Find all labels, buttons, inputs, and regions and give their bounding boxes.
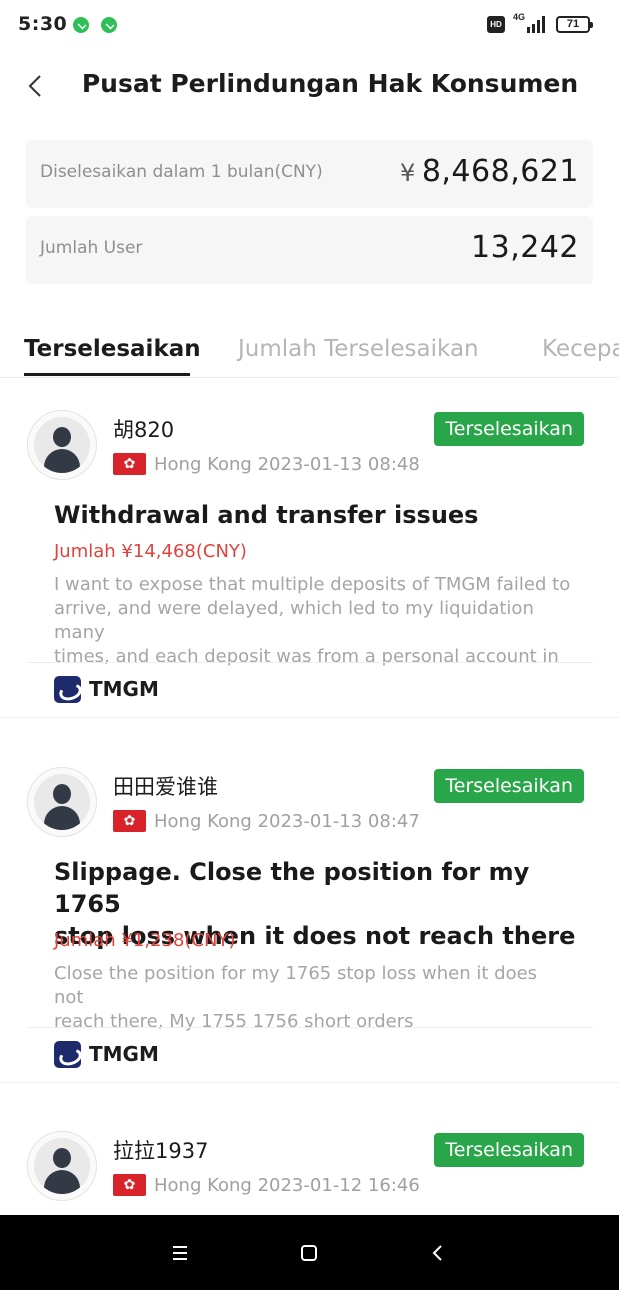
broker-name[interactable]: TMGM bbox=[89, 1042, 159, 1066]
battery-icon: 71 bbox=[556, 16, 593, 33]
network-type: 4G bbox=[513, 12, 526, 22]
location-time: Hong Kong 2023-01-12 16:46 bbox=[154, 1175, 420, 1196]
stat-value: ¥8,468,621 bbox=[400, 154, 579, 189]
avatar[interactable] bbox=[27, 767, 97, 837]
complaint-card[interactable]: 拉拉1937 Hong Kong 2023-01-12 16:46 Tersel… bbox=[0, 1131, 619, 1215]
stat-resolved-amount: Diselesaikan dalam 1 bulan(CNY) ¥8,468,6… bbox=[26, 140, 593, 208]
description-line: I want to expose that multiple deposits … bbox=[54, 574, 571, 595]
tab-speed[interactable]: Kecepatan bbox=[542, 336, 619, 362]
hong-kong-flag-icon bbox=[113, 453, 146, 475]
hong-kong-flag-icon bbox=[113, 810, 146, 832]
system-back-button[interactable] bbox=[424, 1239, 452, 1267]
card-separator bbox=[0, 717, 619, 718]
signal-icon bbox=[527, 14, 549, 33]
currency-symbol: ¥ bbox=[400, 159, 416, 187]
user-name: 拉拉1937 bbox=[113, 1139, 209, 1163]
stat-user-count: Jumlah User 13,242 bbox=[26, 216, 593, 284]
avatar[interactable] bbox=[27, 1131, 97, 1201]
download-icon bbox=[73, 17, 89, 33]
avatar[interactable] bbox=[27, 410, 97, 480]
complaint-card[interactable]: 田田爱谁谁 Hong Kong 2023-01-13 08:47 Tersele… bbox=[0, 767, 619, 1087]
tab-resolved-count[interactable]: Jumlah Terselesaikan bbox=[238, 336, 479, 362]
complaint-description: Close the position for my 1765 stop loss… bbox=[54, 962, 572, 1034]
menu-icon bbox=[173, 1246, 187, 1260]
home-button[interactable] bbox=[295, 1239, 323, 1267]
tab-resolved[interactable]: Terselesaikan bbox=[24, 336, 201, 362]
tmgm-logo-icon bbox=[54, 676, 81, 703]
location-time: Hong Kong 2023-01-13 08:47 bbox=[154, 811, 420, 832]
complaint-card[interactable]: 胡820 Hong Kong 2023-01-13 08:48 Terseles… bbox=[0, 410, 619, 720]
title-line: Slippage. Close the position for my 1765 bbox=[54, 858, 530, 918]
status-badge: Terselesaikan bbox=[434, 1133, 584, 1167]
user-icon bbox=[34, 1138, 90, 1194]
status-bar: 5:30 HD 4G 71 bbox=[0, 0, 619, 52]
header: Pusat Perlindungan Hak Konsumen bbox=[0, 52, 619, 118]
user-icon bbox=[34, 774, 90, 830]
description-line: Close the position for my 1765 stop loss… bbox=[54, 963, 538, 1008]
status-badge: Terselesaikan bbox=[434, 769, 584, 803]
tab-bar: Terselesaikan Jumlah Terselesaikan Kecep… bbox=[0, 322, 619, 378]
status-time: 5:30 bbox=[18, 13, 68, 35]
menu-button[interactable] bbox=[166, 1239, 194, 1267]
location-time: Hong Kong 2023-01-13 08:48 bbox=[154, 454, 420, 475]
complaint-amount: Jumlah ¥1,238(CNY) bbox=[54, 930, 236, 951]
active-tab-indicator bbox=[24, 373, 190, 376]
download-icon bbox=[101, 17, 117, 33]
stat-value: 13,242 bbox=[471, 230, 579, 265]
broker-name[interactable]: TMGM bbox=[89, 677, 159, 701]
hd-icon: HD bbox=[487, 16, 505, 33]
system-nav-bar bbox=[0, 1215, 619, 1290]
complaint-description: I want to expose that multiple deposits … bbox=[54, 573, 572, 693]
back-triangle-icon bbox=[432, 1245, 442, 1261]
card-separator bbox=[0, 1082, 619, 1083]
user-name: 胡820 bbox=[113, 418, 175, 442]
home-square-icon bbox=[301, 1245, 317, 1261]
divider bbox=[27, 662, 593, 663]
stat-label: Jumlah User bbox=[40, 238, 143, 258]
divider bbox=[27, 1027, 593, 1028]
description-line: reach there, My 1755 1756 short orders bbox=[54, 1011, 414, 1032]
stat-label: Diselesaikan dalam 1 bulan(CNY) bbox=[40, 162, 323, 182]
page-title: Pusat Perlindungan Hak Konsumen bbox=[81, 69, 579, 98]
user-name: 田田爱谁谁 bbox=[113, 775, 218, 799]
user-icon bbox=[34, 417, 90, 473]
status-badge: Terselesaikan bbox=[434, 412, 584, 446]
tmgm-logo-icon bbox=[54, 1041, 81, 1068]
stat-number: 8,468,621 bbox=[421, 154, 579, 189]
description-line: arrive, and were delayed, which led to m… bbox=[54, 598, 534, 643]
hong-kong-flag-icon bbox=[113, 1174, 146, 1196]
complaint-amount: Jumlah ¥14,468(CNY) bbox=[54, 541, 247, 562]
complaint-title: Withdrawal and transfer issues bbox=[54, 501, 479, 529]
